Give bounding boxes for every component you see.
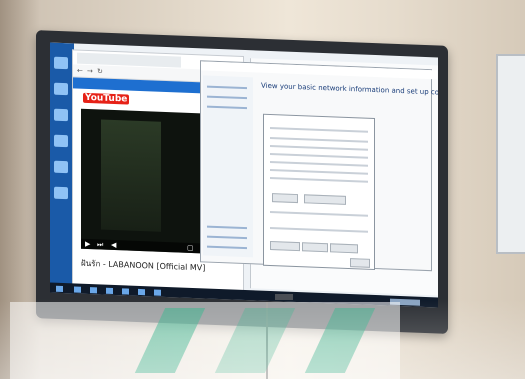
skip-icon[interactable]: ⏭ xyxy=(97,240,103,249)
video-frame xyxy=(101,119,161,232)
light-glow xyxy=(0,299,525,379)
desktop-shortcut-icon[interactable] xyxy=(54,186,68,200)
sidebar-link[interactable] xyxy=(207,245,247,250)
sidebar-link[interactable] xyxy=(207,95,247,100)
youtube-logo[interactable]: YouTube xyxy=(83,92,130,105)
activity-row xyxy=(270,210,368,217)
sidebar-link[interactable] xyxy=(207,85,247,90)
diagnose-button[interactable] xyxy=(330,243,358,254)
video-title[interactable]: ฝันรัก - LABANOON [Official MV] xyxy=(81,257,205,275)
desktop-shortcut-icon[interactable] xyxy=(54,108,68,122)
taskbar-app-icon[interactable] xyxy=(154,289,161,296)
search-icon[interactable] xyxy=(74,286,81,293)
properties-button[interactable] xyxy=(270,240,300,252)
status-row xyxy=(270,144,368,151)
details-button[interactable] xyxy=(272,193,298,204)
refresh-icon[interactable]: ↻ xyxy=(97,67,103,75)
taskbar-app-icon[interactable] xyxy=(122,288,129,295)
taskbar-app-icon[interactable] xyxy=(90,287,97,294)
whiteboard-edge xyxy=(496,54,525,254)
window-heading: View your basic network information and … xyxy=(261,81,438,98)
sidebar-link[interactable] xyxy=(207,225,247,230)
desktop-shortcut-icon[interactable] xyxy=(54,82,68,96)
desktop-shortcut-icon[interactable] xyxy=(54,160,68,174)
volume-icon[interactable]: ◀ xyxy=(111,241,116,249)
control-panel-sidebar xyxy=(203,75,253,258)
sidebar-link[interactable] xyxy=(207,105,247,110)
status-row xyxy=(270,152,368,159)
play-icon[interactable]: ▶ xyxy=(85,240,90,248)
status-row xyxy=(270,126,368,133)
status-row xyxy=(270,176,368,183)
bytes-row xyxy=(270,226,368,233)
wireless-properties-button[interactable] xyxy=(304,194,346,205)
sidebar-link[interactable] xyxy=(207,235,247,240)
status-row xyxy=(270,136,368,143)
taskbar-app-icon[interactable] xyxy=(138,288,145,296)
disable-button[interactable] xyxy=(302,242,328,253)
status-row xyxy=(270,168,368,175)
forward-icon[interactable]: → xyxy=(87,67,93,75)
network-sharing-center-window: View your basic network information and … xyxy=(200,60,438,272)
windows-desktop xyxy=(50,42,74,294)
wifi-status-dialog xyxy=(263,113,375,271)
close-button[interactable] xyxy=(350,258,370,268)
display-screen: ← → ↻ YouTube ▶ ⏭ ◀ ▢ ฝันรัก - LABANOON … xyxy=(50,42,438,308)
video-player[interactable] xyxy=(81,108,201,254)
status-row xyxy=(270,160,368,167)
youtube-logo-text: YouTube xyxy=(83,92,130,105)
taskbar-app-icon[interactable] xyxy=(106,287,113,294)
fullscreen-icon[interactable]: ▢ xyxy=(187,244,194,252)
desktop-shortcut-icon[interactable] xyxy=(54,134,68,148)
back-icon[interactable]: ← xyxy=(77,67,83,75)
start-icon[interactable] xyxy=(56,285,63,293)
desktop-shortcut-icon[interactable] xyxy=(54,56,68,70)
